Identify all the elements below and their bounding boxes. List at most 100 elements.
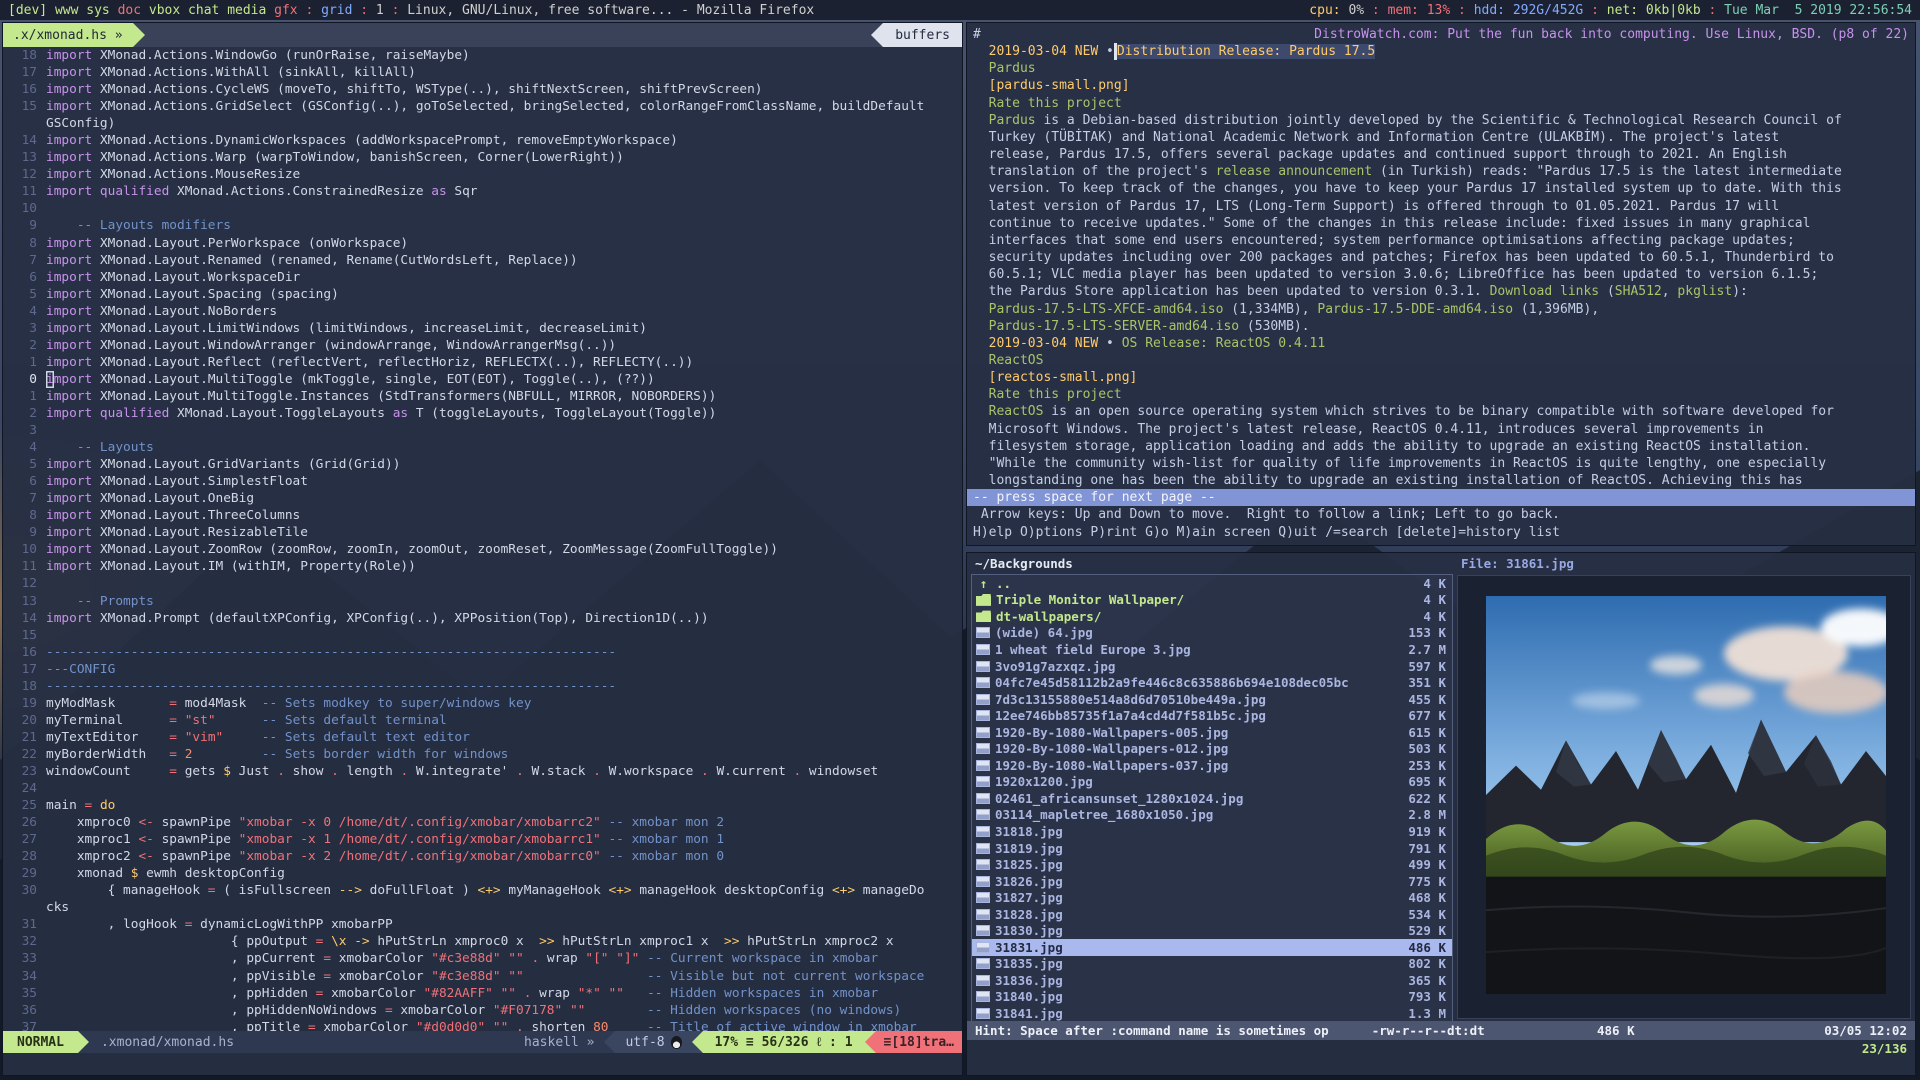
file-row[interactable]: 1920-By-1080-Wallpapers-037.jpg253 K — [972, 757, 1452, 774]
code-line[interactable]: 25main = do — [3, 797, 962, 814]
code-line[interactable]: 7import XMonad.Layout.Renamed (renamed, … — [3, 252, 962, 269]
code-line[interactable]: 24 — [3, 780, 962, 797]
code-line[interactable]: 11import qualified XMonad.Actions.Constr… — [3, 183, 962, 200]
code-line[interactable]: 10import XMonad.Layout.ZoomRow (zoomRow,… — [3, 541, 962, 558]
code-line[interactable]: 5import XMonad.Layout.GridVariants (Grid… — [3, 456, 962, 473]
code-line[interactable]: 35 , ppHidden = xmobarColor "#82AAFF" ""… — [3, 985, 962, 1002]
file-row[interactable]: 1920-By-1080-Wallpapers-012.jpg503 K — [972, 740, 1452, 757]
code-line[interactable]: 7import XMonad.Layout.OneBig — [3, 490, 962, 507]
vim-terminal-window[interactable]: .x/xmonad.hs » buffers 18import XMonad.A… — [2, 22, 963, 1076]
code-line[interactable]: 15 — [3, 627, 962, 644]
file-list-pane[interactable]: ↑..4 KTriple Monitor Wallpaper/4 Kdt-wal… — [971, 574, 1453, 1022]
code-line[interactable]: 16--------------------------------------… — [3, 644, 962, 661]
code-line[interactable]: 36 , ppHiddenNoWindows = xmobarColor "#F… — [3, 1002, 962, 1019]
code-line[interactable]: 6import XMonad.Layout.WorkspaceDir — [3, 269, 962, 286]
link[interactable]: pkglist — [1677, 284, 1732, 299]
vim-code-area[interactable]: 18import XMonad.Actions.WindowGo (runOrR… — [3, 47, 962, 1031]
code-line[interactable]: 17import XMonad.Actions.WithAll (sinkAll… — [3, 64, 962, 81]
link[interactable]: Download links — [1490, 284, 1600, 299]
code-line[interactable]: 33 , ppCurrent = xmobarColor "#c3e88d" "… — [3, 950, 962, 967]
file-row[interactable]: 02461_africansunset_1280x1024.jpg622 K — [972, 790, 1452, 807]
link[interactable]: SHA512 — [1615, 284, 1662, 299]
file-row[interactable]: 12ee746bb85735f1a7a4cd4d7f581b5c.jpg677 … — [972, 707, 1452, 724]
code-line[interactable]: 26 xmproc0 <- spawnPipe "xmobar -x 0 /ho… — [3, 814, 962, 831]
code-line[interactable]: 3import XMonad.Layout.LimitWindows (limi… — [3, 320, 962, 337]
file-row[interactable]: 31830.jpg529 K — [972, 922, 1452, 939]
code-line[interactable]: 11import XMonad.Layout.IM (withIM, Prope… — [3, 558, 962, 575]
file-row[interactable]: 1 wheat field Europe 3.jpg2.7 M — [972, 641, 1452, 658]
vim-tab-xmonad-hs[interactable]: .x/xmonad.hs » — [3, 23, 133, 47]
code-line[interactable]: 28 xmproc2 <- spawnPipe "xmobar -x 2 /ho… — [3, 848, 962, 865]
file-row[interactable]: 1920-By-1080-Wallpapers-005.jpg615 K — [972, 724, 1452, 741]
code-line[interactable]: 14import XMonad.Prompt (defaultXPConfig,… — [3, 610, 962, 627]
link[interactable]: release announcement — [1216, 164, 1373, 179]
code-line[interactable]: GSConfig) — [3, 115, 962, 132]
link[interactable]: Rate this project — [973, 387, 1122, 402]
link[interactable]: Pardus — [973, 113, 1036, 128]
code-line[interactable]: 3 — [3, 422, 962, 439]
file-row[interactable]: 31818.jpg919 K — [972, 823, 1452, 840]
file-row[interactable]: 7d3c13155880e514a8d6d70510be449a.jpg455 … — [972, 691, 1452, 708]
file-row[interactable]: 31841.jpg1.3 M — [972, 1005, 1452, 1022]
code-line[interactable]: 13import XMonad.Actions.Warp (warpToWind… — [3, 149, 962, 166]
link[interactable]: Pardus-17.5-DDE-amd64.iso — [1317, 302, 1513, 317]
link[interactable]: Rate this project — [973, 96, 1122, 111]
code-line[interactable]: 21myTextEditor = "vim" -- Sets default t… — [3, 729, 962, 746]
file-row[interactable]: Triple Monitor Wallpaper/4 K — [972, 592, 1452, 609]
code-line[interactable]: 22myBorderWidth = 2 -- Sets border width… — [3, 746, 962, 763]
code-line[interactable]: 2import qualified XMonad.Layout.ToggleLa… — [3, 405, 962, 422]
code-line[interactable]: cks — [3, 899, 962, 916]
link[interactable]: Pardus — [973, 61, 1036, 76]
link[interactable]: Pardus-17.5-LTS-SERVER-amd64.iso — [973, 319, 1239, 334]
file-row[interactable]: (wide) 64.jpg153 K — [972, 625, 1452, 642]
file-row[interactable]: 31836.jpg365 K — [972, 972, 1452, 989]
code-line[interactable]: 0import XMonad.Layout.MultiToggle (mkTog… — [3, 371, 962, 388]
code-line[interactable]: 32 { ppOutput = \x -> hPutStrLn xmproc0 … — [3, 933, 962, 950]
code-line[interactable]: 30 { manageHook = ( isFullscreen --> doF… — [3, 882, 962, 899]
code-line[interactable]: 10 — [3, 200, 962, 217]
file-row[interactable]: 31825.jpg499 K — [972, 856, 1452, 873]
workspace-list[interactable]: [dev] www sys doc vbox chat media gfx : … — [8, 3, 814, 18]
code-line[interactable]: 17---CONFIG — [3, 661, 962, 678]
code-line[interactable]: 9import XMonad.Layout.ResizableTile — [3, 524, 962, 541]
code-line[interactable]: 8import XMonad.Layout.PerWorkspace (onWo… — [3, 235, 962, 252]
code-line[interactable]: 14import XMonad.Actions.DynamicWorkspace… — [3, 132, 962, 149]
file-row[interactable]: dt-wallpapers/4 K — [972, 608, 1452, 625]
file-row[interactable]: 31819.jpg791 K — [972, 840, 1452, 857]
file-row[interactable]: 1920x1200.jpg695 K — [972, 774, 1452, 791]
code-line[interactable]: 18import XMonad.Actions.WindowGo (runOrR… — [3, 47, 962, 64]
file-row[interactable]: 31826.jpg775 K — [972, 873, 1452, 890]
code-line[interactable]: 4import XMonad.Layout.NoBorders — [3, 303, 962, 320]
code-line[interactable]: 20myTerminal = "st" -- Sets default term… — [3, 712, 962, 729]
link[interactable]: Pardus-17.5-LTS-XFCE-amd64.iso — [973, 302, 1223, 317]
code-line[interactable]: 15import XMonad.Actions.GridSelect (GSCo… — [3, 98, 962, 115]
file-row[interactable]: 03114_mapletree_1680x1050.jpg2.8 M — [972, 807, 1452, 824]
code-line[interactable]: 8import XMonad.Layout.ThreeColumns — [3, 507, 962, 524]
code-line[interactable]: 27 xmproc1 <- spawnPipe "xmobar -x 1 /ho… — [3, 831, 962, 848]
code-line[interactable]: 2import XMonad.Layout.WindowArranger (wi… — [3, 337, 962, 354]
file-row[interactable]: 31840.jpg793 K — [972, 989, 1452, 1006]
lynx-browser-window[interactable]: #DistroWatch.com: Put the fun back into … — [966, 22, 1916, 546]
code-line[interactable]: 12 — [3, 575, 962, 592]
file-row[interactable]: 31831.jpg486 K — [972, 939, 1452, 956]
code-line[interactable]: 23windowCount = gets $ Just . show . len… — [3, 763, 962, 780]
code-line[interactable]: 5import XMonad.Layout.Spacing (spacing) — [3, 286, 962, 303]
link[interactable]: ReactOS — [973, 353, 1043, 368]
vifm-file-manager-window[interactable]: ~/Backgrounds File: 31861.jpg ↑..4 KTrip… — [966, 552, 1916, 1076]
file-row[interactable]: 31828.jpg534 K — [972, 906, 1452, 923]
file-row[interactable]: 3vo91g7azxqz.jpg597 K — [972, 658, 1452, 675]
code-line[interactable]: 1import XMonad.Layout.MultiToggle.Instan… — [3, 388, 962, 405]
file-row[interactable]: ↑..4 K — [972, 575, 1452, 592]
code-line[interactable]: 34 , ppVisible = xmobarColor "#c3e88d" "… — [3, 968, 962, 985]
code-line[interactable]: 29 xmonad $ ewmh desktopConfig — [3, 865, 962, 882]
code-line[interactable]: 6import XMonad.Layout.SimplestFloat — [3, 473, 962, 490]
code-line[interactable]: 1import XMonad.Layout.Reflect (reflectVe… — [3, 354, 962, 371]
code-line[interactable]: 16import XMonad.Actions.CycleWS (moveTo,… — [3, 81, 962, 98]
code-line[interactable]: 4 -- Layouts — [3, 439, 962, 456]
buffers-button[interactable]: buffers — [883, 23, 962, 47]
link[interactable]: ReactOS — [973, 404, 1043, 419]
file-row[interactable]: 04fc7e45d58112b2a9fe446c8c635886b694e108… — [972, 674, 1452, 691]
code-line[interactable]: 12import XMonad.Actions.MouseResize — [3, 166, 962, 183]
code-line[interactable]: 19myModMask = mod4Mask -- Sets modkey to… — [3, 695, 962, 712]
vim-command-line[interactable] — [3, 1053, 962, 1075]
